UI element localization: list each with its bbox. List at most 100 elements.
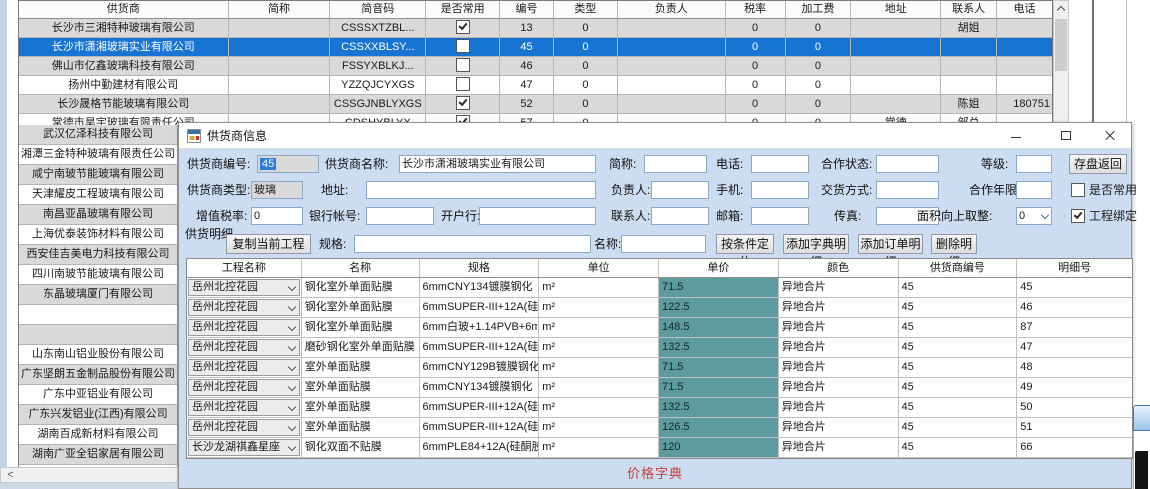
vat-rate-field[interactable]: 0 bbox=[251, 207, 303, 225]
detail-row[interactable]: 岳州北控花园 室外单面贴膜 6mmCNY134镀膜钢化 m² 71.5 异地合片… bbox=[187, 378, 1132, 398]
contact-field[interactable] bbox=[651, 207, 709, 225]
col-header-color[interactable]: 颜色 bbox=[779, 259, 899, 277]
supplier-list-item[interactable]: 南昌亚晶玻璃有限公司 bbox=[19, 205, 178, 225]
supplier-list-item[interactable]: 广东坚朗五金制品股份有限公司 bbox=[19, 365, 178, 385]
supplier-type-field[interactable]: 玻璃 bbox=[251, 181, 303, 199]
scroll-left-icon[interactable]: < bbox=[3, 468, 18, 482]
address-field[interactable] bbox=[366, 181, 596, 199]
add-order-detail-button[interactable]: 添加订单明细 bbox=[858, 234, 923, 254]
add-dict-detail-button[interactable]: 添加字典明细 bbox=[783, 234, 849, 254]
col-header-spec[interactable]: 规格 bbox=[420, 259, 540, 277]
email-field[interactable] bbox=[751, 207, 809, 225]
table-row[interactable]: 长沙晟格节能玻璃有限公司 CSSGJNBLYXGS 52 0 0 0 陈姐 18… bbox=[19, 95, 1052, 114]
minimize-icon[interactable] bbox=[1001, 125, 1031, 146]
project-combo[interactable]: 岳州北控花园 bbox=[188, 319, 300, 336]
grade-field[interactable] bbox=[1016, 155, 1052, 173]
table-row[interactable]: 长沙市三湘特种玻璃有限公司 CSSSXTZBL... 13 0 0 0 胡姐 bbox=[19, 19, 1052, 38]
supplier-list-item[interactable]: 山东南山铝业股份有限公司 bbox=[19, 345, 178, 365]
common-checkbox[interactable] bbox=[456, 96, 470, 110]
col-header-id[interactable]: 编号 bbox=[500, 1, 554, 18]
supplier-list-item[interactable]: 天津耀皮工程玻璃有限公司 bbox=[19, 185, 178, 205]
bank-account-field[interactable] bbox=[366, 207, 434, 225]
project-combo[interactable]: 长沙龙湖祺鑫星座 bbox=[188, 439, 300, 456]
supplier-list-item[interactable]: 湖南广亚全铝家居有限公司 bbox=[19, 445, 178, 465]
supplier-list-item[interactable] bbox=[19, 325, 178, 345]
supplier-list-item[interactable]: 咸宁南玻节能玻璃有限公司 bbox=[19, 165, 178, 185]
coop-status-field[interactable] bbox=[876, 155, 939, 173]
supplier-list-item[interactable]: 武汉亿泽科技有限公司 bbox=[19, 125, 178, 145]
col-header-detail-id[interactable]: 明细号 bbox=[1017, 259, 1132, 277]
locate-by-condition-button[interactable]: 按条件定位 bbox=[716, 234, 774, 254]
supplier-list-item[interactable]: 西安佳吉美电力科技有限公司 bbox=[19, 245, 178, 265]
table-row[interactable]: 长沙市潇湘玻璃实业有限公司 CSSXXBLSY... 45 0 0 0 bbox=[19, 38, 1052, 57]
common-checkbox[interactable] bbox=[456, 77, 470, 91]
close-icon[interactable] bbox=[1095, 125, 1125, 146]
col-header-supplier-id[interactable]: 供货商编号 bbox=[899, 259, 1018, 277]
detail-row[interactable]: 岳州北控花园 磨砂钢化室外单面贴膜 6mmSUPER-III+12A(硅... … bbox=[187, 338, 1132, 358]
project-combo[interactable]: 岳州北控花园 bbox=[188, 339, 300, 356]
checkbox-icon[interactable] bbox=[1071, 183, 1085, 197]
col-header-contact[interactable]: 联系人 bbox=[941, 1, 997, 18]
col-header-abbr[interactable]: 简称 bbox=[229, 1, 331, 18]
is-common-checkbox[interactable]: 是否常用 bbox=[1071, 181, 1137, 199]
col-header-fee[interactable]: 加工费 bbox=[786, 1, 852, 18]
supplier-list-item[interactable]: 广东中亚铝业有限公司 bbox=[19, 385, 178, 405]
abbr-field[interactable] bbox=[644, 155, 707, 173]
col-header-project[interactable]: 工程名称 bbox=[187, 259, 302, 277]
copy-current-project-button[interactable]: 复制当前工程 bbox=[226, 234, 311, 254]
detail-row[interactable]: 岳州北控花园 钢化室外单面贴膜 6mm白玻+1.14PVB+6mm... m² … bbox=[187, 318, 1132, 338]
bank-branch-field[interactable] bbox=[479, 207, 596, 225]
supplier-id-field[interactable]: 45 bbox=[257, 155, 319, 173]
supplier-list-item[interactable]: 东晶玻璃厦门有限公司 bbox=[19, 285, 178, 305]
supplier-list-item[interactable]: 四川南玻节能玻璃有限公司 bbox=[19, 265, 178, 285]
background-window-fragment[interactable] bbox=[1133, 405, 1150, 489]
col-header-tax[interactable]: 税率 bbox=[726, 1, 786, 18]
detail-row[interactable]: 长沙龙湖祺鑫星座 钢化双面不贴膜 6mmPLE84+12A(硅酮胶... m² … bbox=[187, 438, 1132, 458]
detail-row[interactable]: 岳州北控花园 室外单面贴膜 6mmSUPER-III+12A(硅... m² 1… bbox=[187, 398, 1132, 418]
col-header-phone[interactable]: 电话 bbox=[997, 1, 1052, 18]
spec-filter-field[interactable] bbox=[354, 235, 591, 253]
phone-field[interactable] bbox=[751, 155, 809, 173]
supplier-list-item[interactable]: 湖南百成新材料有限公司 bbox=[19, 425, 178, 445]
project-combo[interactable]: 岳州北控花园 bbox=[188, 299, 300, 316]
checkbox-icon[interactable] bbox=[1071, 209, 1085, 223]
table-row[interactable]: 扬州中勤建材有限公司 YZZQJCYXGS 47 0 0 0 bbox=[19, 76, 1052, 95]
col-header-supplier[interactable]: 供货商 bbox=[19, 1, 229, 18]
save-return-button[interactable]: 存盘返回 bbox=[1069, 154, 1127, 174]
mobile-field[interactable] bbox=[751, 181, 809, 199]
supplier-list-item[interactable] bbox=[19, 305, 178, 325]
project-combo[interactable]: 岳州北控花园 bbox=[188, 399, 300, 416]
scrollbar-thumb[interactable] bbox=[1055, 19, 1067, 71]
project-combo[interactable]: 岳州北控花园 bbox=[188, 279, 300, 296]
col-header-price[interactable]: 单价 bbox=[659, 259, 779, 277]
common-checkbox[interactable] bbox=[456, 39, 470, 53]
detail-row[interactable]: 岳州北控花园 室外单面贴膜 6mmCNY129B镀膜钢化 m² 71.5 异地合… bbox=[187, 358, 1132, 378]
detail-row[interactable]: 岳州北控花园 室外单面贴膜 6mmSUPER-III+12A(硅... m² 1… bbox=[187, 418, 1132, 438]
project-combo[interactable]: 岳州北控花园 bbox=[188, 379, 300, 396]
detail-row[interactable]: 岳州北控花园 钢化室外单面贴膜 6mmSUPER-III+12A(硅... m²… bbox=[187, 298, 1132, 318]
col-header-manager[interactable]: 负责人 bbox=[618, 1, 726, 18]
col-header-code[interactable]: 简音码 bbox=[330, 1, 426, 18]
scroll-up-icon[interactable] bbox=[1054, 1, 1068, 17]
project-combo[interactable]: 岳州北控花园 bbox=[188, 359, 300, 376]
col-header-name[interactable]: 名称 bbox=[302, 259, 420, 277]
vertical-scrollbar[interactable] bbox=[1053, 0, 1069, 125]
dialog-titlebar[interactable]: 供货商信息 bbox=[179, 123, 1131, 149]
col-header-type[interactable]: 类型 bbox=[554, 1, 618, 18]
common-checkbox[interactable] bbox=[456, 20, 470, 34]
supplier-name-field[interactable]: 长沙市潇湘玻璃实业有限公司 bbox=[399, 155, 596, 173]
project-bind-checkbox[interactable]: 工程绑定 bbox=[1071, 207, 1137, 225]
col-header-unit[interactable]: 单位 bbox=[539, 259, 659, 277]
col-header-address[interactable]: 地址 bbox=[851, 1, 941, 18]
common-checkbox[interactable] bbox=[456, 58, 470, 72]
supplier-list-item[interactable]: 广东兴发铝业(江西)有限公司 bbox=[19, 405, 178, 425]
delete-detail-button[interactable]: 删除明细 bbox=[931, 234, 977, 254]
name-filter-field[interactable] bbox=[621, 235, 706, 253]
supplier-list-item[interactable]: 湘潭三金特种玻璃有限责任公司 bbox=[19, 145, 178, 165]
detail-row[interactable]: 岳州北控花园 钢化室外单面贴膜 6mmCNY134镀膜钢化 m² 71.5 异地… bbox=[187, 278, 1132, 298]
maximize-icon[interactable] bbox=[1051, 125, 1081, 146]
supplier-list-item[interactable]: 上海优泰装饰材料有限公司 bbox=[19, 225, 178, 245]
table-row[interactable]: 佛山市亿鑫玻璃科技有限公司 FSSYXBLKJ... 46 0 0 0 bbox=[19, 57, 1052, 76]
project-combo[interactable]: 岳州北控花园 bbox=[188, 419, 300, 436]
manager-field[interactable] bbox=[651, 181, 709, 199]
